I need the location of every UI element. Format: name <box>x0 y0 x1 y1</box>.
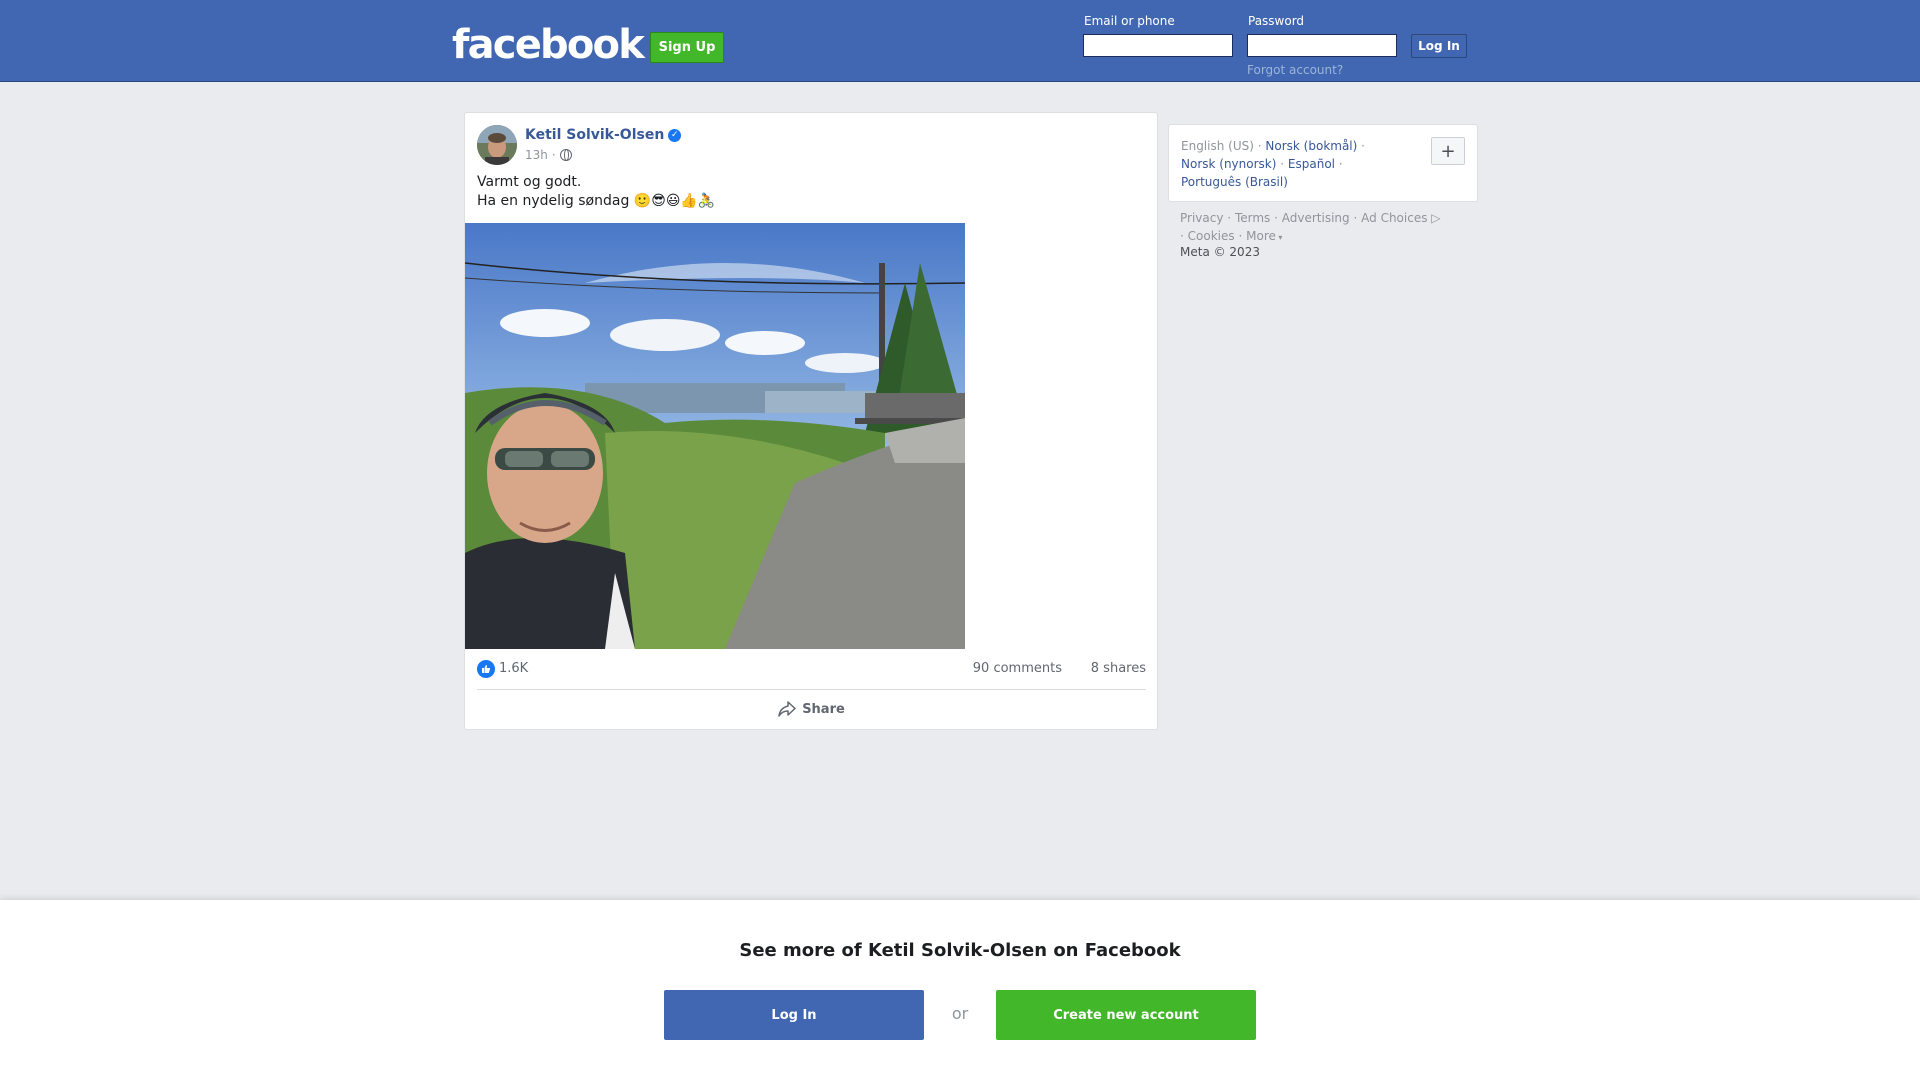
password-input[interactable] <box>1247 34 1397 57</box>
caret-down-icon: ▾ <box>1275 233 1283 242</box>
banner-or: or <box>951 1004 969 1023</box>
post-text-line-1: Varmt og godt. <box>477 174 582 190</box>
verified-badge-icon: ✓ <box>668 128 682 142</box>
separator: · <box>1353 211 1358 225</box>
add-language-button[interactable]: + <box>1431 137 1465 165</box>
language-portugues[interactable]: Português (Brasil) <box>1181 175 1288 189</box>
more-label: More <box>1246 229 1276 243</box>
login-prompt-banner: See more of Ketil Solvik-Olsen on Facebo… <box>0 900 1920 1080</box>
language-selector: English (US) · Norsk (bokmål) · Norsk (n… <box>1168 124 1478 202</box>
like-count[interactable]: 1.6K <box>499 661 528 676</box>
create-account-button[interactable]: Create new account <box>996 990 1256 1040</box>
footer-terms[interactable]: Terms <box>1235 211 1270 225</box>
language-norsk-bokmal[interactable]: Norsk (bokmål) <box>1265 139 1357 153</box>
selfie-cyclist-photo <box>465 223 965 649</box>
banner-login-button[interactable]: Log In <box>664 990 924 1040</box>
banner-title: See more of Ketil Solvik-Olsen on Facebo… <box>739 940 1181 961</box>
separator: · <box>1280 157 1285 171</box>
post-card: Ketil Solvik-Olsen ✓ 13h · Varmt og godt… <box>464 112 1158 730</box>
facebook-logo[interactable]: facebook <box>452 22 645 68</box>
post-stats: 1.6K 90 comments 8 shares <box>477 659 1146 679</box>
meta-separator: · <box>551 148 556 162</box>
ad-choices-icon: ▷ <box>1427 211 1441 225</box>
post-meta: 13h · <box>525 148 572 162</box>
post-text-line-2: Ha en nydelig søndag 🙂😎😃👍🚴 <box>477 193 716 209</box>
footer-ad-choices[interactable]: Ad Choices ▷ <box>1361 211 1440 225</box>
language-current: English (US) <box>1181 139 1254 153</box>
share-button[interactable]: Share <box>477 693 1146 725</box>
separator: · <box>1227 211 1232 225</box>
email-input[interactable] <box>1083 34 1233 57</box>
language-list: English (US) · Norsk (bokmål) · Norsk (n… <box>1181 137 1421 191</box>
top-bar: facebook Sign Up Email or phone Password… <box>0 0 1920 82</box>
language-norsk-nynorsk[interactable]: Norsk (nynorsk) <box>1181 157 1276 171</box>
post-text: Varmt og godt. Ha en nydelig søndag 🙂😎😃👍… <box>477 173 715 211</box>
share-arrow-icon <box>778 701 796 717</box>
comment-count[interactable]: 90 comments <box>973 661 1062 676</box>
footer-advertising[interactable]: Advertising <box>1282 211 1350 225</box>
separator: · <box>1180 229 1184 243</box>
separator: · <box>1274 211 1278 225</box>
post-divider <box>477 689 1146 690</box>
language-espanol[interactable]: Español <box>1288 157 1335 171</box>
forgot-account-link[interactable]: Forgot account? <box>1247 63 1343 77</box>
password-label: Password <box>1248 14 1305 28</box>
author-name: Ketil Solvik-Olsen <box>525 127 665 143</box>
footer-links: Privacy · Terms · Advertising · Ad Choic… <box>1180 209 1480 247</box>
avatar[interactable] <box>477 125 517 165</box>
header-login-button[interactable]: Log In <box>1411 34 1467 58</box>
signup-button[interactable]: Sign Up <box>650 32 724 63</box>
separator: · <box>1361 139 1365 153</box>
share-label: Share <box>802 701 845 717</box>
copyright: Meta © 2023 <box>1180 245 1260 259</box>
separator: · <box>1338 157 1343 171</box>
ad-choices-label: Ad Choices <box>1361 211 1428 225</box>
footer-privacy[interactable]: Privacy <box>1180 211 1223 225</box>
footer-more[interactable]: More ▾ <box>1246 229 1282 243</box>
separator: · <box>1238 229 1243 243</box>
post-author[interactable]: Ketil Solvik-Olsen ✓ <box>525 127 682 143</box>
email-label: Email or phone <box>1084 14 1175 28</box>
avatar-photo <box>477 125 517 165</box>
share-count[interactable]: 8 shares <box>1091 661 1146 676</box>
post-time[interactable]: 13h <box>525 148 548 162</box>
post-photo[interactable] <box>465 223 965 649</box>
like-icon <box>477 660 495 678</box>
footer-cookies[interactable]: Cookies <box>1188 229 1235 243</box>
separator: · <box>1257 139 1262 153</box>
globe-icon <box>559 149 572 161</box>
